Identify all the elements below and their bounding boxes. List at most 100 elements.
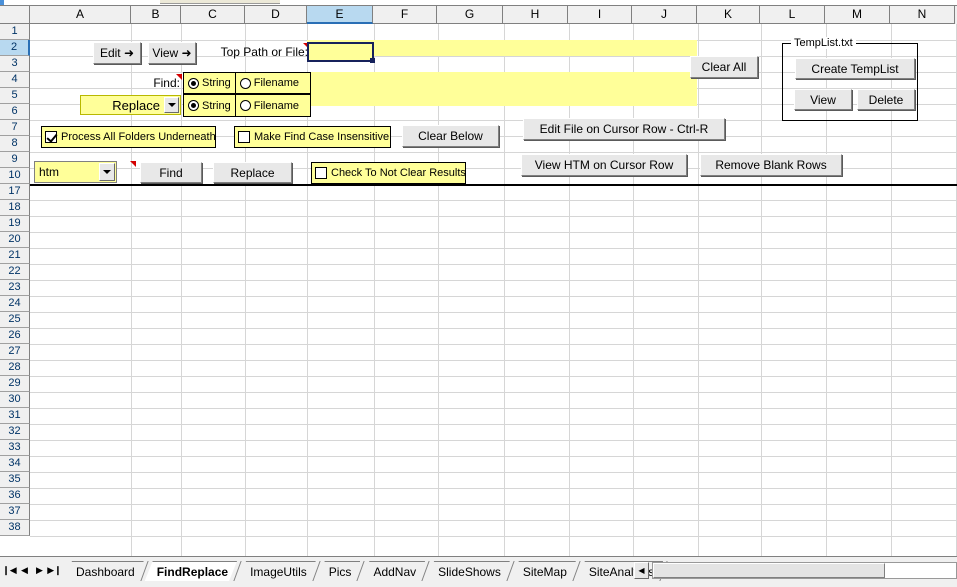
replace-mode-radio-group[interactable]: String Filename [183, 94, 311, 117]
column-header-K[interactable]: K [697, 6, 760, 24]
create-templist-button[interactable]: Create TempList [795, 58, 915, 79]
column-header-D[interactable]: D [245, 6, 307, 24]
row-header-18[interactable]: 18 [0, 200, 30, 216]
checkbox-checked-icon[interactable] [45, 131, 57, 143]
view-button[interactable]: View ➜ [148, 42, 196, 64]
row-header-24[interactable]: 24 [0, 296, 30, 312]
checkbox-unchecked-icon[interactable] [238, 131, 250, 143]
row-header-31[interactable]: 31 [0, 408, 30, 424]
sheet-tab-siteanalysis[interactable]: SiteAnalysis [577, 561, 663, 581]
row-header-10[interactable]: 10 [0, 168, 30, 184]
row-header-4[interactable]: 4 [0, 72, 30, 88]
find-mode-option-filename[interactable]: Filename [234, 73, 303, 93]
row-header-17[interactable]: 17 [0, 184, 30, 200]
row-header-25[interactable]: 25 [0, 312, 30, 328]
sheet-tab-dashboard[interactable]: Dashboard [64, 561, 144, 581]
sheet-tab-addnav[interactable]: AddNav [361, 561, 425, 581]
templist-delete-button[interactable]: Delete [857, 89, 915, 110]
replace-mode-option-filename[interactable]: Filename [234, 95, 303, 116]
row-header-38[interactable]: 38 [0, 520, 30, 536]
not-clear-results-checkbox[interactable]: Check To Not Clear Results [311, 162, 466, 184]
column-header-E[interactable]: E [307, 6, 373, 24]
column-header-H[interactable]: H [503, 6, 568, 24]
edit-button[interactable]: Edit ➜ [93, 42, 141, 64]
checkbox-unchecked-icon[interactable] [315, 167, 327, 179]
row-header-21[interactable]: 21 [0, 248, 30, 264]
column-header-L[interactable]: L [760, 6, 825, 24]
replace-dropdown-button[interactable] [164, 97, 179, 113]
tabbar-scroll-left-button[interactable]: ◀ [634, 562, 649, 579]
row-header-9[interactable]: 9 [0, 152, 30, 168]
extension-dropdown-button[interactable] [99, 163, 115, 181]
process-all-folders-checkbox[interactable]: Process All Folders Underneath [41, 126, 216, 148]
extension-combo[interactable]: htm [34, 161, 117, 183]
sheet-tabs[interactable]: Dashboard FindReplace ImageUtils Pics AddNav… [64, 557, 668, 587]
row-header-29[interactable]: 29 [0, 376, 30, 392]
replace-button[interactable]: Replace [213, 162, 292, 183]
row-header-30[interactable]: 30 [0, 392, 30, 408]
row-header-6[interactable]: 6 [0, 104, 30, 120]
sheet-nav-buttons[interactable]: ❙◀ ◀ ▶ ▶❙ [2, 561, 62, 580]
replace-input-bar[interactable] [307, 89, 697, 106]
remove-blank-rows-button[interactable]: Remove Blank Rows [700, 154, 842, 176]
column-header-M[interactable]: M [825, 6, 890, 24]
column-header-C[interactable]: C [181, 6, 245, 24]
select-all-corner[interactable] [0, 6, 30, 24]
row-header-1[interactable]: 1 [0, 24, 30, 40]
sheet-tab-imageutils[interactable]: ImageUtils [238, 561, 316, 581]
find-comment-marker [176, 74, 182, 80]
edit-file-cursor-row-button[interactable]: Edit File on Cursor Row - Ctrl-R [523, 118, 725, 140]
nav-first-sheet-icon[interactable]: ❙◀ [2, 561, 17, 580]
view-htm-cursor-row-button[interactable]: View HTM on Cursor Row [521, 154, 687, 176]
find-input-bar[interactable] [307, 72, 697, 89]
nav-prev-sheet-icon[interactable]: ◀ [17, 561, 32, 580]
sheet-tab-sitemap[interactable]: SiteMap [511, 561, 576, 581]
nav-last-sheet-icon[interactable]: ▶❙ [47, 561, 62, 580]
column-header-G[interactable]: G [437, 6, 503, 24]
replace-label-combo[interactable]: Replace [80, 95, 181, 115]
row-header-20[interactable]: 20 [0, 232, 30, 248]
row-header-7[interactable]: 7 [0, 120, 30, 136]
row-header-23[interactable]: 23 [0, 280, 30, 296]
column-header-J[interactable]: J [632, 6, 697, 24]
row-header-34[interactable]: 34 [0, 456, 30, 472]
sheet-tab-slideshows[interactable]: SlideShows [426, 561, 510, 581]
find-button[interactable]: Find [140, 162, 202, 183]
row-header-3[interactable]: 3 [0, 56, 30, 72]
clear-below-button[interactable]: Clear Below [402, 125, 499, 147]
row-header-26[interactable]: 26 [0, 328, 30, 344]
column-header-I[interactable]: I [568, 6, 632, 24]
row-header-22[interactable]: 22 [0, 264, 30, 280]
column-header-A[interactable]: A [30, 6, 131, 24]
sheet-tab-pics[interactable]: Pics [317, 561, 361, 581]
row-header-5[interactable]: 5 [0, 88, 30, 104]
row-header-28[interactable]: 28 [0, 360, 30, 376]
templist-view-button[interactable]: View [794, 89, 852, 110]
row-header-35[interactable]: 35 [0, 472, 30, 488]
row-header-32[interactable]: 32 [0, 424, 30, 440]
selected-cell-E2[interactable] [307, 42, 375, 63]
row-header-27[interactable]: 27 [0, 344, 30, 360]
clear-all-button[interactable]: Clear All [690, 56, 758, 78]
fill-handle[interactable] [370, 58, 375, 63]
gridline-horizontal [30, 216, 957, 217]
horizontal-scrollbar-thumb[interactable] [653, 563, 885, 578]
find-mode-radio-group[interactable]: String Filename [183, 72, 311, 94]
row-header-19[interactable]: 19 [0, 216, 30, 232]
gridline-horizontal [30, 392, 957, 393]
row-header-2[interactable]: 2 [0, 40, 30, 56]
column-header-B[interactable]: B [131, 6, 181, 24]
column-header-N[interactable]: N [890, 6, 955, 24]
replace-mode-option-string[interactable]: String [184, 95, 235, 116]
chevron-down-icon [103, 170, 111, 174]
row-header-36[interactable]: 36 [0, 488, 30, 504]
sheet-tab-findreplace[interactable]: FindReplace [145, 561, 237, 581]
find-mode-option-string[interactable]: String [184, 73, 235, 93]
row-header-33[interactable]: 33 [0, 440, 30, 456]
row-header-8[interactable]: 8 [0, 136, 30, 152]
horizontal-scrollbar[interactable] [652, 562, 957, 579]
case-insensitive-checkbox[interactable]: Make Find Case Insensitive [234, 126, 391, 148]
column-header-F[interactable]: F [373, 6, 437, 24]
row-header-37[interactable]: 37 [0, 504, 30, 520]
nav-next-sheet-icon[interactable]: ▶ [32, 561, 47, 580]
